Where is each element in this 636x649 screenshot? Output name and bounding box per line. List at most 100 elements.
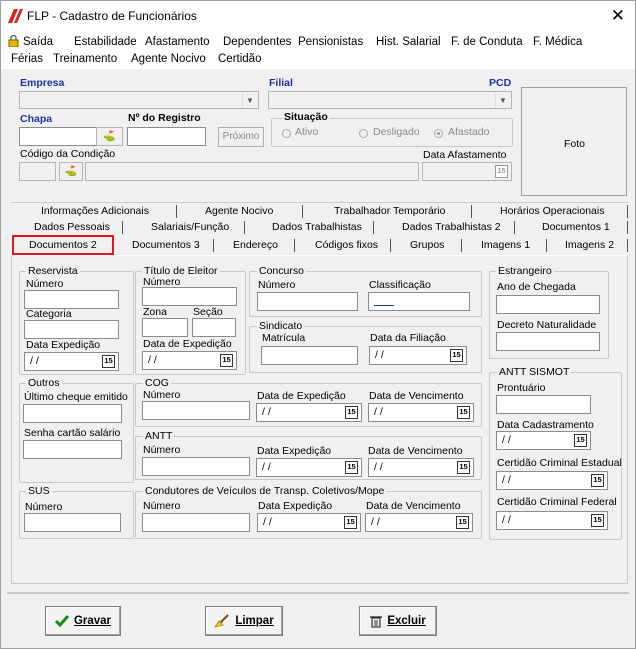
antt-vencimento-field[interactable]: / / 15 [368, 458, 474, 477]
data-afastamento-field[interactable]: 15 [422, 162, 512, 181]
tab-divider [122, 221, 123, 234]
tab-grupos[interactable]: Grupos [410, 239, 444, 251]
calendar-icon[interactable]: 15 [591, 474, 604, 487]
tab-agente-nocivo[interactable]: Agente Nocivo [205, 205, 273, 217]
chevron-down-icon[interactable]: ▼ [242, 93, 257, 108]
tab-dados-trabalhistas[interactable]: Dados Trabalhistas [272, 221, 362, 233]
codigo-condicao-label: Código da Condição [20, 148, 116, 160]
menu-estabilidade[interactable]: Estabilidade [74, 36, 137, 48]
condutores-numero-input[interactable] [142, 513, 250, 532]
antt-expedicao-field[interactable]: / / 15 [256, 458, 362, 477]
tab-horarios-operacionais[interactable]: Horários Operacionais [500, 205, 604, 217]
tab-trabalhador-temporario[interactable]: Trabalhador Temporário [334, 205, 445, 217]
tab-divider [546, 239, 547, 252]
calendar-icon[interactable]: 15 [591, 514, 604, 527]
sus-numero-input[interactable] [24, 513, 121, 532]
calendar-icon[interactable]: 15 [345, 406, 358, 419]
tab-endereco[interactable]: Endereço [233, 239, 278, 251]
sismot-cadastramento-field[interactable]: / / 15 [496, 431, 591, 450]
close-icon[interactable]: ✕ [611, 6, 625, 26]
tab-imagens-2[interactable]: Imagens 2 [565, 239, 614, 251]
titulo-zona-input[interactable] [142, 318, 188, 337]
sindicato-data-field[interactable]: / / 15 [369, 346, 467, 365]
cog-expedicao-field[interactable]: / / 15 [256, 403, 362, 422]
excluir-button[interactable]: Excluir [359, 606, 437, 636]
filial-combo[interactable]: ▼ [268, 91, 512, 109]
menu-f-medica[interactable]: F. Médica [533, 36, 582, 48]
concurso-title: Concurso [257, 265, 306, 277]
tab-salariais-funcao[interactable]: Salariais/Função [151, 221, 229, 233]
empresa-combo[interactable]: ▼ [19, 91, 259, 109]
calendar-icon[interactable]: 15 [456, 516, 469, 529]
menu-agente-nocivo[interactable]: Agente Nocivo [131, 53, 206, 65]
tab-documentos-2[interactable]: Documentos 2 [12, 235, 114, 255]
menu-dependentes[interactable]: Dependentes [223, 36, 291, 48]
menu-ferias[interactable]: Férias [11, 53, 43, 65]
tab-divider [471, 205, 472, 218]
menu-afastamento[interactable]: Afastamento [145, 36, 210, 48]
titulo-data-field[interactable]: / / 15 [142, 351, 237, 370]
menu-hist-salarial[interactable]: Hist. Salarial [376, 36, 441, 48]
estrangeiro-ano-input[interactable] [496, 295, 600, 314]
reservista-numero-input[interactable] [24, 290, 119, 309]
antt-numero-input[interactable] [142, 457, 250, 476]
limpar-button[interactable]: Limpar [205, 606, 283, 636]
calendar-icon[interactable]: 15 [102, 355, 115, 368]
cog-numero-input[interactable] [142, 401, 250, 420]
sismot-estadual-field[interactable]: / / 15 [496, 471, 608, 490]
menu-f-conduta[interactable]: F. de Conduta [451, 36, 523, 48]
chapa-input[interactable] [19, 127, 97, 146]
menu-pensionistas[interactable]: Pensionistas [298, 36, 363, 48]
radio-afastado[interactable] [434, 129, 443, 138]
tab-dados-pessoais[interactable]: Dados Pessoais [34, 221, 110, 233]
outros-cheque-input[interactable] [23, 404, 122, 423]
titulo-secao-input[interactable] [192, 318, 236, 337]
photo-label: Foto [564, 138, 586, 150]
codigo-condicao-input[interactable] [19, 162, 56, 181]
binoculars-icon[interactable]: ⛳ [59, 162, 83, 181]
tab-documentos-3[interactable]: Documentos 3 [132, 239, 200, 251]
photo-box[interactable]: Foto [521, 87, 627, 196]
chevron-down-icon[interactable]: ▼ [495, 93, 510, 108]
calendar-icon[interactable]: 15 [450, 349, 463, 362]
sismot-prontuario-input[interactable] [496, 395, 591, 414]
reservista-categoria-input[interactable] [24, 320, 119, 339]
sindicato-matricula-input[interactable] [261, 346, 358, 365]
registro-input[interactable] [127, 127, 206, 146]
calendar-icon[interactable]: 15 [457, 406, 470, 419]
estrangeiro-decreto-input[interactable] [496, 332, 600, 351]
menu-certidao[interactable]: Certidão [218, 53, 261, 65]
calendar-icon[interactable]: 15 [220, 354, 233, 367]
radio-ativo[interactable] [282, 129, 291, 138]
menu-saida[interactable]: Saída [23, 36, 53, 48]
calendar-icon[interactable]: 15 [457, 461, 470, 474]
employee-register-window: FLP - Cadastro de Funcionários ✕ Saída E… [0, 0, 636, 649]
chapa-label: Chapa [20, 113, 53, 125]
tab-divider [461, 239, 462, 252]
condutores-expedicao-field[interactable]: / / 15 [257, 513, 361, 532]
radio-desligado[interactable] [359, 129, 368, 138]
concurso-numero-input[interactable] [257, 292, 358, 311]
calendar-icon[interactable]: 15 [574, 434, 587, 447]
tab-imagens-1[interactable]: Imagens 1 [481, 239, 530, 251]
trash-icon [370, 615, 383, 628]
sismot-federal-field[interactable]: / / 15 [496, 511, 608, 530]
tab-codigos-fixos[interactable]: Códigos fixos [315, 239, 378, 251]
tab-informacoes-adicionais[interactable]: Informações Adicionais [41, 205, 149, 217]
tab-dados-trabalhistas-2[interactable]: Dados Trabalhistas 2 [402, 221, 501, 233]
gravar-button[interactable]: Gravar [45, 606, 121, 636]
calendar-icon[interactable]: 15 [495, 165, 508, 178]
outros-senha-input[interactable] [23, 440, 122, 459]
condutores-vencimento-field[interactable]: / / 15 [365, 513, 473, 532]
tab-documentos-1[interactable]: Documentos 1 [542, 221, 610, 233]
cog-vencimento-field[interactable]: / / 15 [368, 403, 474, 422]
calendar-icon[interactable]: 15 [345, 461, 358, 474]
titulo-numero-input[interactable] [142, 287, 237, 306]
calendar-icon[interactable]: 15 [344, 516, 357, 529]
tab-divider [302, 205, 303, 218]
concurso-classificacao-input[interactable] [368, 292, 470, 311]
reservista-data-field[interactable]: / / 15 [24, 352, 119, 371]
menu-treinamento[interactable]: Treinamento [53, 53, 117, 65]
binoculars-icon[interactable]: ⛳ [96, 127, 123, 146]
proximo-button[interactable]: Próximo [218, 127, 264, 147]
